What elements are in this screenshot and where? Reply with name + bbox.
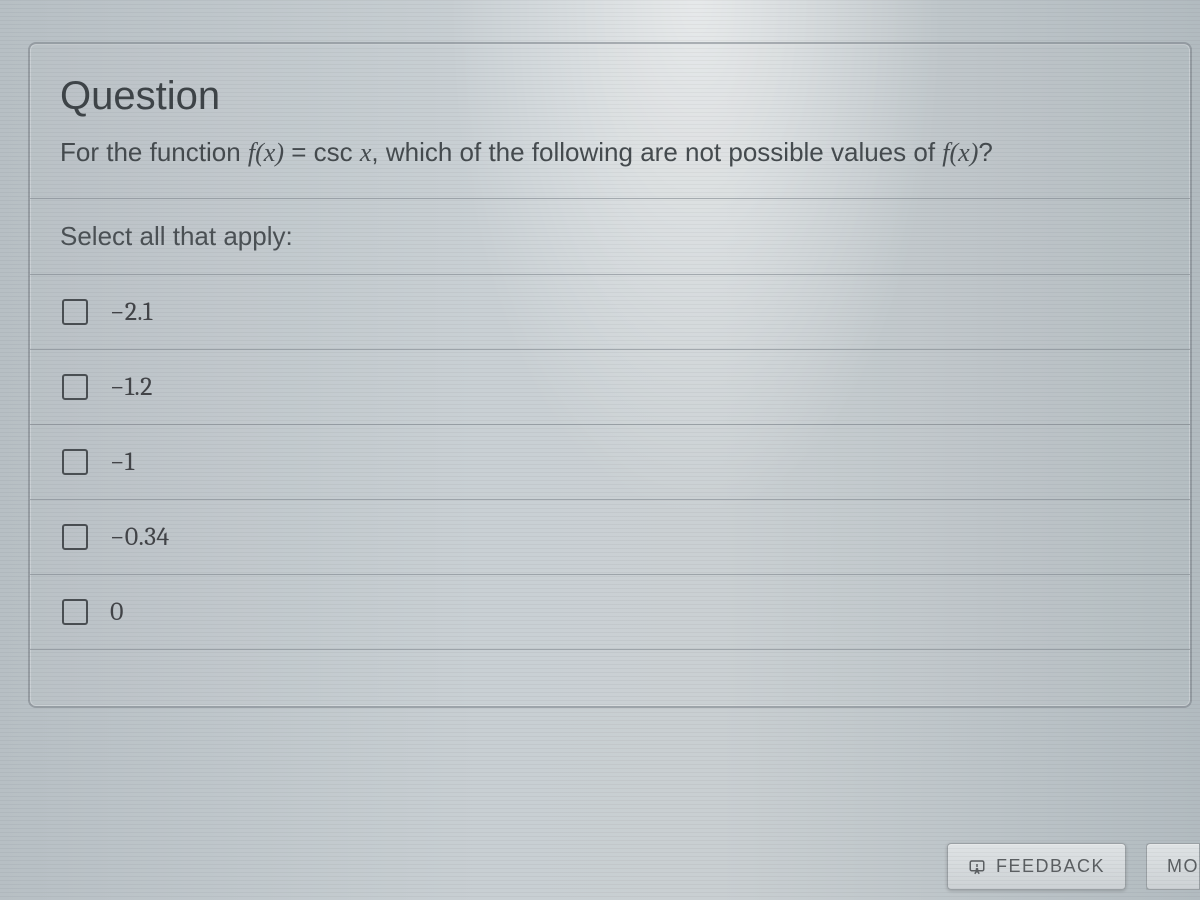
prompt-text-mid: , which of the following are not possibl… xyxy=(371,137,942,167)
prompt-fn1: f(x) xyxy=(248,138,284,167)
button-bar: FEEDBACK MO xyxy=(947,843,1200,890)
more-label-partial: MO xyxy=(1167,856,1199,877)
option-4[interactable]: 0 xyxy=(30,575,1190,650)
checkbox-icon[interactable] xyxy=(62,299,88,325)
card-footer xyxy=(30,650,1190,706)
option-label: −2.1 xyxy=(110,297,153,327)
option-2[interactable]: −1 xyxy=(30,425,1190,500)
prompt-text-pre: For the function xyxy=(60,137,248,167)
checkbox-icon[interactable] xyxy=(62,599,88,625)
prompt-eq: = csc xyxy=(284,137,360,167)
option-label: −0.34 xyxy=(110,522,169,552)
option-1[interactable]: −1.2 xyxy=(30,350,1190,425)
checkbox-icon[interactable] xyxy=(62,374,88,400)
feedback-label: FEEDBACK xyxy=(996,856,1105,877)
prompt-fn2: f(x) xyxy=(942,138,978,167)
question-heading: Question xyxy=(30,44,1190,127)
option-label: 0 xyxy=(110,597,124,627)
option-label: −1 xyxy=(110,447,134,477)
prompt-text-post: ? xyxy=(978,137,992,167)
option-label: −1.2 xyxy=(110,372,153,402)
select-instruction: Select all that apply: xyxy=(30,199,1190,275)
option-0[interactable]: −2.1 xyxy=(30,275,1190,350)
feedback-button[interactable]: FEEDBACK xyxy=(947,843,1126,890)
feedback-icon xyxy=(968,858,986,876)
checkbox-icon[interactable] xyxy=(62,524,88,550)
question-card: Question For the function f(x) = csc x, … xyxy=(28,42,1192,708)
prompt-var: x xyxy=(360,138,372,167)
option-3[interactable]: −0.34 xyxy=(30,500,1190,575)
more-button-partial[interactable]: MO xyxy=(1146,843,1200,890)
checkbox-icon[interactable] xyxy=(62,449,88,475)
question-prompt: For the function f(x) = csc x, which of … xyxy=(30,127,1190,199)
